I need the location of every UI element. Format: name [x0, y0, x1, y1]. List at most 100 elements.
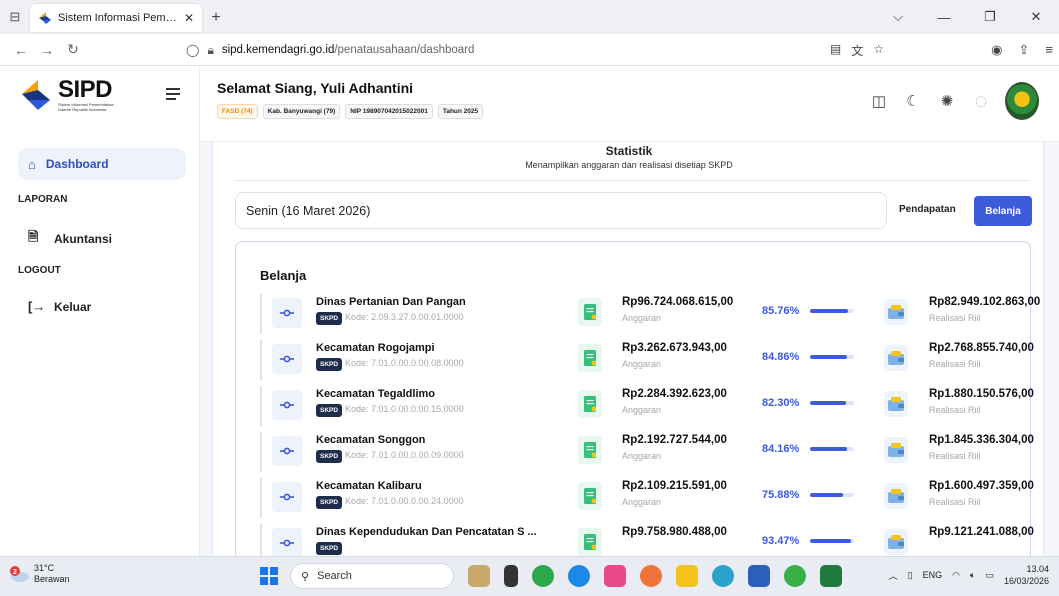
browser-navbar: ← → ↻ ◯ 🔒︎ sipd.kemendagri.go.id /penata… — [0, 34, 1059, 66]
wallet-icon — [884, 483, 908, 509]
browser-tab[interactable]: Sistem Informasi Pemerintahan ✕ — [30, 4, 202, 32]
page-header: Selamat Siang, Yuli Adhantini FASD (74) … — [200, 66, 1059, 142]
address-bar[interactable]: ◯ 🔒︎ sipd.kemendagri.go.id /penatausahaa… — [186, 38, 886, 62]
minimize-button[interactable]: — — [921, 10, 967, 25]
regency-crest-logo[interactable] — [1005, 82, 1039, 120]
skpd-name: Dinas Pertanian Dan Pangan — [316, 296, 466, 308]
skpd-row[interactable]: Dinas Kependudukan Dan Pencatatan S ... S… — [260, 524, 1040, 556]
sidebar-item-dashboard[interactable]: ⌂ Dashboard — [18, 148, 186, 180]
file-explorer-icon[interactable] — [676, 565, 698, 587]
layout-icon[interactable]: ◫ — [869, 91, 889, 111]
realisasi-percent: 84.86% — [762, 351, 800, 363]
skpd-name: Kecamatan Tegaldlimo — [316, 388, 435, 400]
sidebar-item-akuntansi[interactable]: 🗎︎ Akuntansi — [28, 228, 112, 250]
tab-overflow-icon[interactable]: ⌵ — [875, 9, 921, 25]
restore-button[interactable]: ❐ — [967, 9, 1013, 25]
realisasi-label: Realisasi Riil — [929, 451, 981, 461]
word-app-icon[interactable] — [748, 565, 770, 587]
loading-spinner-icon: ◌ — [974, 88, 988, 113]
header-actions: ◫ ☾ ✺ ◌ — [869, 82, 1039, 120]
window-controls: ⌵ — ❐ ✕ — [875, 0, 1059, 34]
firefox-app-icon[interactable] — [640, 565, 662, 587]
volume-icon[interactable]: 🔈︎ — [970, 570, 975, 581]
reload-button[interactable]: ↻ — [60, 41, 86, 58]
task-view-icon[interactable] — [504, 565, 518, 587]
back-button[interactable]: ← — [8, 42, 34, 58]
skpd-code: Kode: 7.01.0.00.0.00.15.0000 — [345, 404, 464, 414]
menu-icon[interactable]: ≡ — [1045, 42, 1053, 58]
belanja-button[interactable]: Belanja — [974, 196, 1032, 226]
windows-start-icon[interactable] — [260, 567, 278, 585]
wifi-icon[interactable]: ◠ — [952, 570, 960, 581]
edge-app-icon[interactable] — [568, 565, 590, 587]
url-domain: sipd.kemendagri.go.id — [221, 44, 335, 56]
divider — [235, 180, 1030, 181]
anggaran-label: Anggaran — [622, 359, 662, 369]
skype-app-icon[interactable] — [532, 565, 554, 587]
realisasi-label: Realisasi Riil — [929, 497, 981, 507]
skpd-row[interactable]: Kecamatan Kalibaru SKPD Kode: 7.01.0.00.0.… — [260, 478, 1040, 522]
tab-list-icon[interactable]: ⊟ — [0, 0, 30, 34]
skpd-row[interactable]: Kecamatan Rogojampi SKPD Kode: 7.01.0.00.0… — [260, 340, 1040, 384]
new-tab-button[interactable]: + — [202, 4, 230, 32]
clock-date: 16/03/2026 — [1003, 576, 1049, 586]
realisasi-percent: 93.47% — [762, 535, 800, 547]
anggaran-amount: Rp2.192.727.544,00 — [622, 434, 727, 446]
edge-beta-app-icon[interactable] — [712, 565, 734, 587]
region-badge: Kab. Banyuwangi (79) — [262, 104, 341, 119]
date-field[interactable]: Senin (16 Maret 2026) — [235, 192, 887, 229]
reader-view-icon[interactable]: ▤ — [830, 42, 841, 59]
panel-title: Belanja — [260, 268, 307, 283]
widgets-app-icon[interactable] — [468, 565, 490, 587]
tab-close-icon[interactable]: ✕ — [184, 11, 194, 25]
translate-icon[interactable]: 文 — [851, 42, 863, 59]
realisasi-percent: 82.30% — [762, 397, 800, 409]
extensions-icon[interactable]: ⇪ — [1019, 42, 1030, 58]
language-indicator[interactable]: ENG — [923, 570, 943, 580]
skpd-name: Dinas Kependudukan Dan Pencatatan S ... — [316, 526, 537, 538]
forward-button[interactable]: → — [34, 42, 60, 58]
progress-fill — [810, 539, 852, 543]
skpd-row[interactable]: Kecamatan Tegaldlimo SKPD Kode: 7.01.0.00.… — [260, 386, 1040, 430]
skpd-row[interactable]: Dinas Pertanian Dan Pangan SKPD Kode: 2.09… — [260, 294, 1040, 338]
row-divider — [260, 294, 262, 334]
cloud-icon: 2 — [8, 565, 30, 583]
sidebar-item-keluar[interactable]: [→ Keluar — [28, 299, 91, 314]
excel-app-icon[interactable] — [820, 565, 842, 587]
skpd-row[interactable]: Kecamatan Songgon SKPD Kode: 7.01.0.00.0.0… — [260, 432, 1040, 476]
row-divider — [260, 386, 262, 426]
photos-app-icon[interactable] — [604, 565, 626, 587]
anggaran-amount: Rp2.284.392.623,00 — [622, 388, 727, 400]
close-window-button[interactable]: ✕ — [1013, 9, 1059, 25]
anggaran-label: Anggaran — [622, 497, 662, 507]
row-divider — [260, 340, 262, 380]
bookmark-star-icon[interactable]: ☆ — [873, 42, 884, 59]
progress-bar — [810, 309, 854, 313]
usb-icon[interactable]: ▯ — [908, 570, 913, 581]
wallet-icon — [884, 529, 908, 555]
budget-document-icon — [578, 528, 602, 556]
aperture-icon[interactable]: ✺ — [937, 91, 957, 111]
skpd-badge: SKPD — [316, 542, 343, 555]
user-badges: FASD (74) Kab. Banyuwangi (79) NIP 19890… — [217, 104, 484, 119]
moon-icon[interactable]: ☾ — [903, 91, 923, 111]
wallet-icon — [884, 391, 908, 417]
sipd-logo[interactable]: SIPD Sistem Informasi Pemerintahan Daera… — [20, 78, 118, 112]
weather-widget[interactable]: 2 31°C Berawan — [8, 563, 70, 585]
hamburger-menu-icon[interactable] — [166, 88, 180, 103]
search-icon: ⚲ — [301, 570, 310, 583]
chrome-app-icon[interactable] — [784, 565, 806, 587]
realisasi-amount: Rp2.768.855.740,00 — [929, 342, 1034, 354]
chevron-up-icon[interactable]: ︿ — [889, 569, 898, 582]
sidebar-item-label: Keluar — [54, 299, 92, 314]
pendapatan-button[interactable]: Pendapatan — [899, 204, 956, 215]
clock[interactable]: 13.04 16/03/2026 — [1004, 563, 1049, 587]
wallet-icon — [884, 437, 908, 463]
taskbar-search[interactable]: ⚲ Search — [290, 563, 454, 589]
budget-document-icon — [578, 436, 602, 464]
battery-icon[interactable]: ▭ — [985, 570, 994, 581]
progress-bar — [810, 355, 854, 359]
account-icon[interactable]: ◉ — [991, 42, 1002, 58]
skpd-code: Kode: 2.09.3.27.0.00.01.0000 — [345, 312, 464, 322]
greeting-title: Selamat Siang, Yuli Adhantini — [217, 80, 414, 96]
